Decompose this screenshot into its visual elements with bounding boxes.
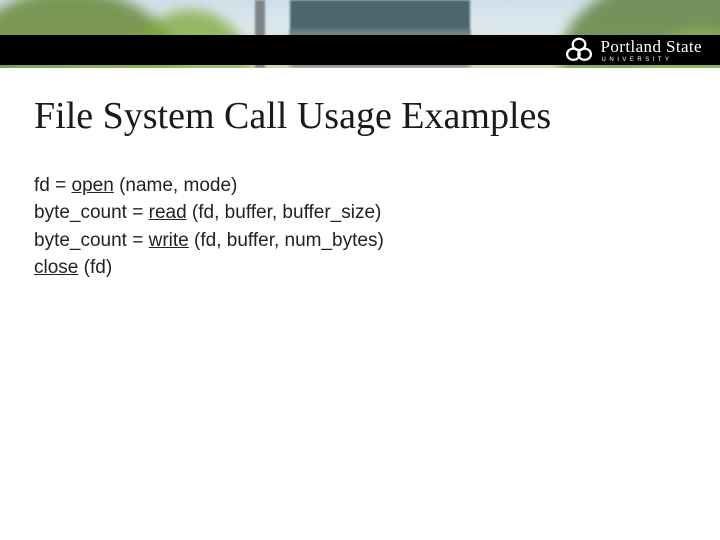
read-call: read [149, 202, 187, 223]
slide-body: fd = open (name, mode) byte_count = read… [34, 172, 720, 282]
close-call: close [34, 257, 78, 278]
interlock-icon [565, 36, 593, 64]
brand-name: Portland State [601, 38, 702, 55]
open-call: open [72, 175, 114, 196]
code-line-3: byte_count = write (fd, buffer, num_byte… [34, 227, 720, 255]
code-line-2: byte_count = read (fd, buffer, buffer_si… [34, 199, 720, 227]
fd-var: fd [198, 202, 214, 223]
fd-var: fd [90, 257, 106, 278]
slide-title: File System Call Usage Examples [34, 96, 720, 138]
fd-var: fd [200, 230, 216, 251]
write-call: write [149, 230, 189, 251]
brand-sub: UNIVERSITY [602, 57, 702, 63]
brand-logo: Portland State UNIVERSITY [565, 33, 702, 67]
code-line-1: fd = open (name, mode) [34, 172, 720, 200]
header-banner: Portland State UNIVERSITY [0, 0, 720, 68]
code-line-4: close (fd) [34, 254, 720, 282]
fd-var: fd [34, 175, 50, 196]
